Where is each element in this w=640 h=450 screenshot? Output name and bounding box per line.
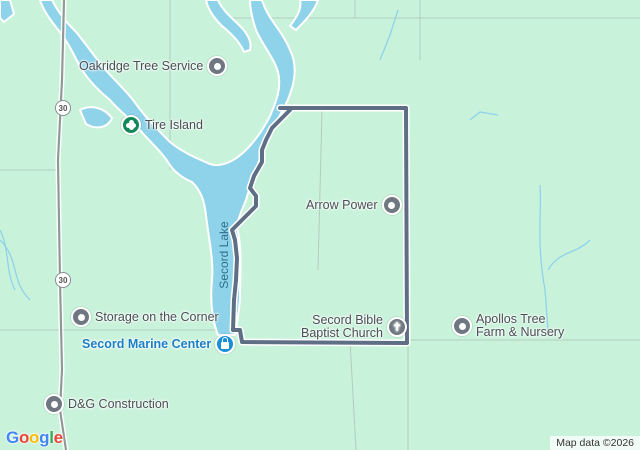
highway-number-label: 30 [58,103,68,113]
generic-pin-icon [452,316,472,336]
poi-label: Secord Bible Baptist Church [301,313,383,340]
poi-label: Arrow Power [306,198,378,212]
poi-secord-marine-center[interactable]: Secord Marine Center [82,334,236,354]
poi-secord-bible-baptist-church[interactable]: ✝ Secord Bible Baptist Church [301,314,407,340]
poi-label: Oakridge Tree Service [79,59,204,73]
generic-pin-icon [207,56,228,76]
poi-dg-construction[interactable]: D&G Construction [44,394,169,414]
poi-tire-island[interactable]: Tire Island [121,115,203,135]
highway-number-label: 30 [58,275,68,285]
poi-label: Apollos Tree Farm & Nursery [476,312,565,339]
lake-water [0,0,319,336]
google-logo[interactable]: Google [6,428,63,448]
poi-apollos-tree-farm[interactable]: Apollos Tree Farm & Nursery [452,313,564,339]
shop-flower-icon [121,115,141,135]
shopping-bag-icon [215,334,236,354]
poi-label: Secord Marine Center [82,337,212,351]
poi-label: Tire Island [145,118,203,132]
map-attribution[interactable]: Map data ©2026 [550,436,640,450]
lake-label: Secord Lake [217,221,231,289]
highway-shield-lower: 30 [55,272,71,288]
poi-oakridge-tree-service[interactable]: Oakridge Tree Service [79,56,228,76]
poi-label: Storage on the Corner [95,310,219,324]
poi-label: D&G Construction [68,397,169,411]
church-cross-icon: ✝ [386,317,407,337]
poi-storage-on-the-corner[interactable]: Storage on the Corner [71,307,219,327]
highway-shield-upper: 30 [55,100,71,116]
generic-pin-icon [71,307,91,327]
generic-pin-icon [44,394,64,414]
map-canvas[interactable]: 30 30 Secord Lake Oakridge Tree Service … [0,0,640,450]
poi-arrow-power[interactable]: Arrow Power [306,195,402,215]
generic-pin-icon [381,195,402,215]
